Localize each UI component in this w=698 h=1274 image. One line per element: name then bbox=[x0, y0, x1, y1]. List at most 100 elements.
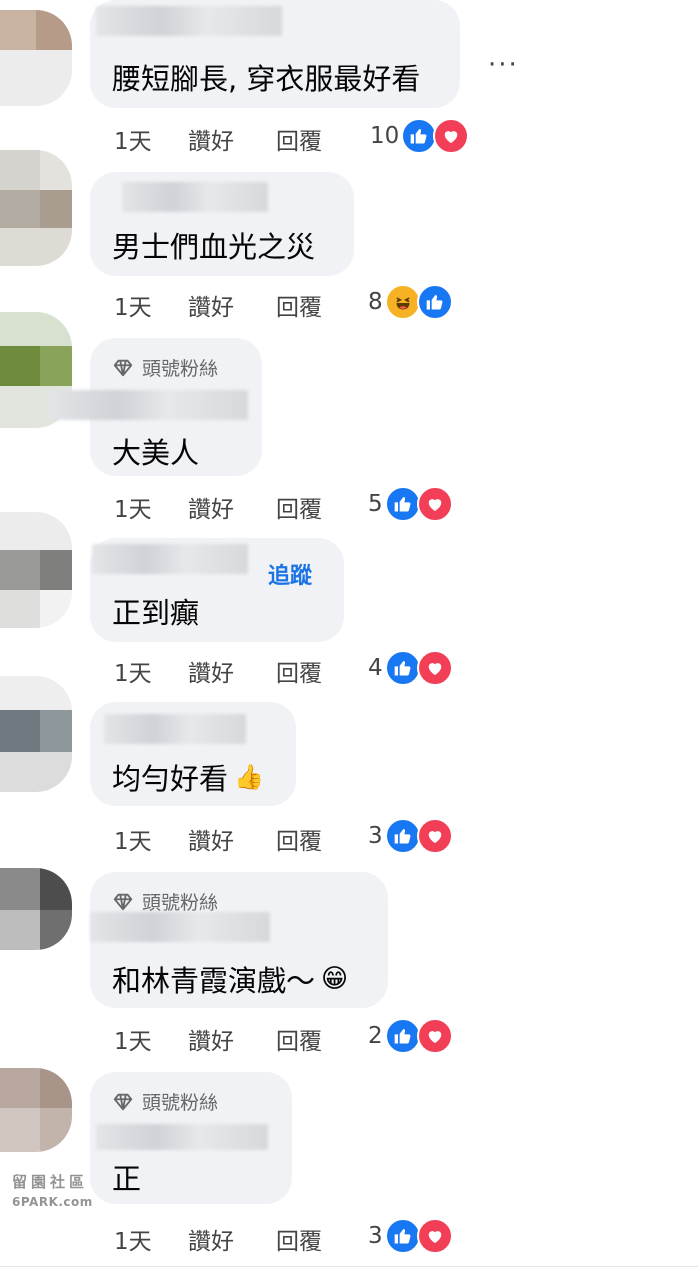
like-comment-button[interactable]: 讚好 bbox=[188, 822, 276, 856]
reaction-summary[interactable]: 4 bbox=[368, 650, 453, 686]
like-comment-button[interactable]: 讚好 bbox=[188, 490, 276, 524]
love-icon bbox=[416, 1218, 453, 1254]
reaction-count: 3 bbox=[368, 823, 383, 849]
comment-actions: 1天 讚好 回覆 bbox=[114, 654, 368, 688]
comment-bubble: 頭號粉絲 大美人 bbox=[48, 338, 262, 476]
comment-time[interactable]: 1天 bbox=[114, 288, 188, 322]
watermark: 留園社區 6PARK.com bbox=[12, 1172, 102, 1212]
comment-text: 大美人 bbox=[112, 430, 199, 472]
divider bbox=[0, 1266, 698, 1267]
comment-text-content: 男士們血光之災 bbox=[112, 230, 316, 264]
like-comment-button[interactable]: 讚好 bbox=[188, 1222, 276, 1256]
comment-text: 均勻好看 👍 bbox=[112, 756, 264, 798]
like-comment-button[interactable]: 讚好 bbox=[188, 654, 276, 688]
like-comment-button[interactable]: 讚好 bbox=[188, 1022, 276, 1056]
top-fan-label: 頭號粉絲 bbox=[142, 358, 219, 380]
avatar[interactable] bbox=[0, 10, 72, 106]
comment-bubble: 男士們血光之災 bbox=[90, 172, 354, 276]
top-fan-badge: 頭號粉絲 bbox=[112, 888, 218, 915]
comment-text: 正 bbox=[112, 1156, 141, 1198]
diamond-icon bbox=[113, 893, 133, 910]
commenter-name[interactable] bbox=[90, 912, 270, 942]
comment-time[interactable]: 1天 bbox=[114, 822, 188, 856]
like-comment-button[interactable]: 讚好 bbox=[188, 288, 276, 322]
comment-time[interactable]: 1天 bbox=[114, 1022, 188, 1056]
comment-text: 正到癲 bbox=[112, 590, 199, 632]
like-icon bbox=[384, 818, 421, 854]
like-icon bbox=[384, 486, 421, 522]
commenter-name[interactable] bbox=[92, 544, 248, 574]
comment-actions: 1天 讚好 回覆 bbox=[114, 1022, 368, 1056]
comment-text: 男士們血光之災 bbox=[112, 224, 315, 266]
reaction-count: 10 bbox=[370, 123, 400, 149]
comment-time[interactable]: 1天 bbox=[114, 122, 188, 156]
reaction-summary[interactable]: 3 bbox=[368, 818, 453, 854]
avatar[interactable] bbox=[0, 150, 72, 266]
reaction-summary[interactable]: 3 bbox=[368, 1218, 453, 1254]
comment-text: 腰短腳長, 穿衣服最好看 bbox=[112, 56, 420, 98]
top-fan-label: 頭號粉絲 bbox=[142, 892, 219, 914]
commenter-name[interactable] bbox=[104, 714, 246, 744]
commenter-name[interactable] bbox=[96, 1124, 268, 1150]
like-icon bbox=[384, 1218, 421, 1254]
comment-actions: 1天 讚好 回覆 bbox=[114, 822, 368, 856]
avatar[interactable] bbox=[0, 1068, 72, 1152]
diamond-icon bbox=[113, 359, 133, 376]
comment-bubble: 頭號粉絲 和林青霞演戲～ 😁 bbox=[90, 872, 388, 1008]
top-fan-label: 頭號粉絲 bbox=[142, 1092, 219, 1114]
reaction-count: 5 bbox=[368, 491, 383, 517]
commenter-name[interactable] bbox=[122, 182, 268, 212]
comment-actions: 1天 讚好 回覆 bbox=[114, 288, 368, 322]
reaction-summary[interactable]: 8 bbox=[368, 284, 453, 320]
commenter-name[interactable] bbox=[96, 6, 282, 36]
reply-button[interactable]: 回覆 bbox=[276, 1022, 368, 1056]
comment-text-content: 均勻好看 bbox=[112, 762, 229, 796]
love-icon bbox=[416, 1018, 453, 1054]
watermark-url: 6PARK.com bbox=[12, 1195, 93, 1209]
top-fan-badge: 頭號粉絲 bbox=[112, 1088, 218, 1115]
commenter-name[interactable] bbox=[48, 390, 248, 420]
comment-actions: 1天 讚好 回覆 bbox=[114, 1222, 368, 1256]
grinning-face-icon: 😁 bbox=[321, 964, 349, 994]
comment-text-content: 正到癲 bbox=[112, 596, 200, 630]
follow-button[interactable]: 追蹤 bbox=[268, 558, 312, 590]
diamond-icon bbox=[113, 1093, 133, 1110]
love-icon bbox=[416, 818, 453, 854]
like-icon bbox=[416, 284, 453, 320]
reply-button[interactable]: 回覆 bbox=[276, 288, 368, 322]
like-comment-button[interactable]: 讚好 bbox=[188, 122, 276, 156]
reaction-summary[interactable]: 2 bbox=[368, 1018, 453, 1054]
avatar[interactable] bbox=[0, 512, 72, 628]
haha-icon bbox=[384, 284, 421, 320]
comment-bubble: 追蹤 正到癲 bbox=[90, 538, 344, 642]
reply-button[interactable]: 回覆 bbox=[276, 490, 368, 524]
comment-text-content: 正 bbox=[112, 1162, 142, 1196]
reaction-count: 3 bbox=[368, 1223, 383, 1249]
avatar[interactable] bbox=[0, 676, 72, 792]
more-options-button[interactable]: ··· bbox=[488, 50, 519, 80]
comment-time[interactable]: 1天 bbox=[114, 1222, 188, 1256]
comment-text-content: 腰短腳長, 穿衣服最好看 bbox=[112, 62, 421, 96]
comment-text-content: 大美人 bbox=[112, 436, 200, 470]
love-icon bbox=[416, 486, 453, 522]
love-icon bbox=[416, 650, 453, 686]
reply-button[interactable]: 回覆 bbox=[276, 822, 368, 856]
reaction-count: 4 bbox=[368, 655, 383, 681]
comment-text-content: 和林青霞演戲～ bbox=[112, 964, 316, 998]
comment-time[interactable]: 1天 bbox=[114, 490, 188, 524]
comment-actions: 1天 讚好 回覆 bbox=[114, 490, 368, 524]
thumbs-up-icon: 👍 bbox=[234, 763, 264, 791]
love-icon bbox=[433, 118, 470, 154]
comment-text: 和林青霞演戲～ 😁 bbox=[112, 958, 348, 1000]
reaction-count: 8 bbox=[368, 289, 383, 315]
watermark-title: 留園社區 bbox=[12, 1173, 89, 1191]
top-fan-badge: 頭號粉絲 bbox=[112, 354, 218, 381]
reply-button[interactable]: 回覆 bbox=[276, 1222, 368, 1256]
avatar[interactable] bbox=[0, 868, 72, 950]
reply-button[interactable]: 回覆 bbox=[276, 654, 368, 688]
reaction-summary[interactable]: 5 bbox=[368, 486, 453, 522]
like-icon bbox=[401, 118, 438, 154]
reaction-summary[interactable]: 10 bbox=[370, 118, 470, 154]
reply-button[interactable]: 回覆 bbox=[276, 122, 368, 156]
comment-time[interactable]: 1天 bbox=[114, 654, 188, 688]
